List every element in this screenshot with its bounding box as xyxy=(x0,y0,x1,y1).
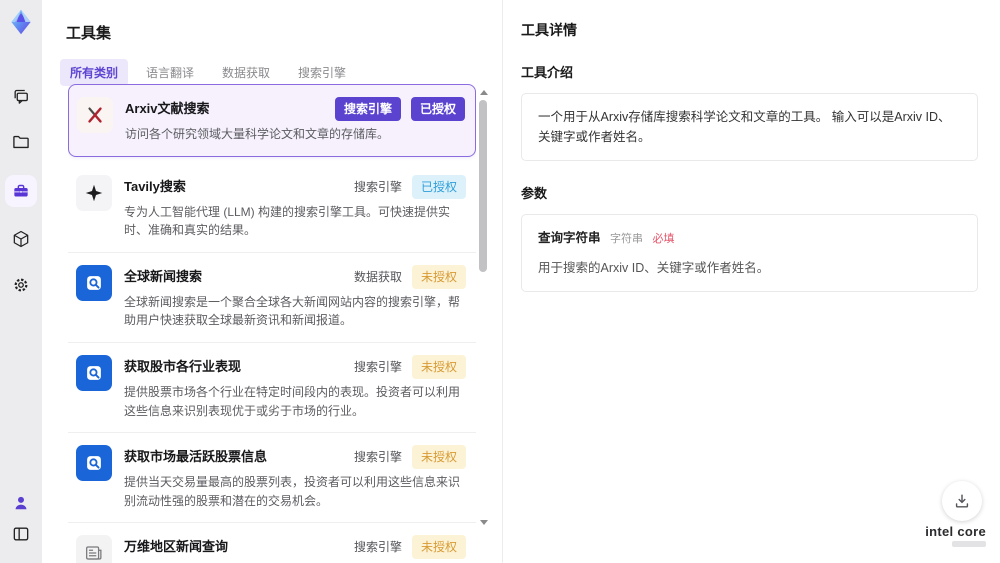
news-search-icon xyxy=(76,264,112,301)
tool-description: 专为人工智能代理 (LLM) 构建的搜索引擎工具。可快速提供实时、准确和真实的结… xyxy=(124,204,451,238)
category-tab-label: 语言翻译 xyxy=(146,66,195,80)
scrollbar-thumb[interactable] xyxy=(479,100,487,272)
tool-body: 万维地区新闻查询 搜索引擎 未授权 查询具体行政区划内的新闻，快速了解各地新闻动 xyxy=(124,535,466,563)
tool-title: 全球新闻搜索 xyxy=(124,268,203,284)
scroll-down-arrow-icon[interactable] xyxy=(480,520,488,525)
tool-body: Arxiv文献搜索 搜索引擎 已授权 访问各个研究领域大量科学论文和文章的存储库… xyxy=(125,97,465,144)
category-tab-label: 所有类别 xyxy=(70,66,119,80)
download-icon xyxy=(955,494,969,508)
category-tab[interactable]: 语言翻译 xyxy=(136,59,204,86)
tool-body: 全球新闻搜索 数据获取 未授权 全球新闻搜索是一个聚合全球各大新闻网站内容的搜索… xyxy=(124,264,466,330)
tool-auth-badge: 未授权 xyxy=(411,264,466,289)
tool-body: Tavily搜索 搜索引擎 已授权 专为人工智能代理 (LLM) 构建的搜索引擎… xyxy=(124,174,466,240)
user-icon[interactable] xyxy=(8,490,34,516)
news-search-icon xyxy=(76,354,112,391)
details-title: 工具详情 xyxy=(521,22,577,38)
tool-category-badge: 搜索引擎 xyxy=(334,97,401,121)
scroll-up-arrow-icon[interactable] xyxy=(480,90,488,95)
tool-auth-badge: 未授权 xyxy=(411,445,466,470)
tool-auth-badge: 已授权 xyxy=(410,97,465,121)
tool-list-item[interactable]: 获取股市各行业表现 搜索引擎 未授权 提供股票市场各个行业在特定时间段内的表现。… xyxy=(68,342,476,434)
settings-icon[interactable] xyxy=(8,272,34,298)
tool-category-badge: 搜索引擎 xyxy=(353,359,402,374)
tool-list-item[interactable]: 全球新闻搜索 数据获取 未授权 全球新闻搜索是一个聚合全球各大新闻网站内容的搜索… xyxy=(68,252,476,343)
sidebar xyxy=(0,0,43,563)
intel-core-logo: intel core xyxy=(925,525,986,547)
tool-badges: 搜索引擎 未授权 xyxy=(353,535,466,560)
category-tab-label: 搜索引擎 xyxy=(298,66,347,80)
intel-core-sub-mark xyxy=(952,541,986,547)
arxiv-icon xyxy=(77,97,113,133)
tool-body: 获取市场最活跃股票信息 搜索引擎 未授权 提供当天交易量最高的股票列表，投资者可… xyxy=(124,445,466,510)
tool-list-item[interactable]: Tavily搜索 搜索引擎 已授权 专为人工智能代理 (LLM) 构建的搜索引擎… xyxy=(68,162,476,253)
chat-icon[interactable] xyxy=(8,84,34,110)
tool-title: 获取市场最活跃股票信息 xyxy=(124,449,268,465)
tool-list-item[interactable]: 万维地区新闻查询 搜索引擎 未授权 查询具体行政区划内的新闻，快速了解各地新闻动 xyxy=(68,523,476,563)
tool-title: 万维地区新闻查询 xyxy=(124,539,229,555)
tool-list-item[interactable]: Arxiv文献搜索 搜索引擎 已授权 访问各个研究领域大量科学论文和文章的存储库… xyxy=(68,84,476,157)
tool-auth-badge: 未授权 xyxy=(411,354,466,379)
page-title: 工具集 xyxy=(66,25,112,42)
tool-category-badge: 搜索引擎 xyxy=(353,540,402,555)
param-box: 查询字符串 字符串 必填 用于搜索的Arxiv ID、关键字或作者姓名。 xyxy=(521,214,978,292)
category-tabs: 所有类别 语言翻译 数据获取 搜索引擎 xyxy=(60,59,502,86)
param-type: 字符串 xyxy=(610,233,643,245)
app-window: 工具集 所有类别 语言翻译 数据获取 搜索引擎 Arxiv文献搜索 搜索引擎 已授权 … xyxy=(0,0,1000,563)
newspaper-icon xyxy=(76,535,112,563)
tool-list: Arxiv文献搜索 搜索引擎 已授权 访问各个研究领域大量科学论文和文章的存储库… xyxy=(68,84,476,563)
tool-description: 提供股票市场各个行业在特定时间段内的表现。投资者可以利用这些信息来识别表现优于或… xyxy=(124,384,461,418)
param-description: 用于搜索的Arxiv ID、关键字或作者姓名。 xyxy=(538,260,770,275)
folder-icon[interactable] xyxy=(8,129,34,155)
intel-core-text: intel core xyxy=(925,524,986,539)
news-search-icon xyxy=(76,445,112,482)
intro-box: 一个用于从Arxiv存储库搜索科学论文和文章的工具。 输入可以是Arxiv ID… xyxy=(521,93,978,161)
tool-badges: 搜索引擎 未授权 xyxy=(353,445,466,470)
briefcase-icon[interactable] xyxy=(8,178,34,204)
category-tab[interactable]: 搜索引擎 xyxy=(288,59,356,86)
download-button[interactable] xyxy=(942,481,982,521)
category-tab-label: 数据获取 xyxy=(222,66,271,80)
layout-icon[interactable] xyxy=(8,521,34,547)
param-header: 查询字符串 字符串 必填 xyxy=(538,228,961,249)
tool-title: Tavily搜索 xyxy=(124,178,186,194)
intro-heading: 工具介绍 xyxy=(521,65,574,80)
tool-category-badge: 搜索引擎 xyxy=(353,179,402,194)
category-tab[interactable]: 所有类别 xyxy=(60,59,129,86)
tool-body: 获取股市各行业表现 搜索引擎 未授权 提供股票市场各个行业在特定时间段内的表现。… xyxy=(124,354,466,420)
tool-badges: 搜索引擎 已授权 xyxy=(334,97,465,121)
params-heading: 参数 xyxy=(521,186,548,201)
tools-pane: 工具集 所有类别 语言翻译 数据获取 搜索引擎 Arxiv文献搜索 搜索引擎 已授权 … xyxy=(42,0,502,563)
logo-gem-icon xyxy=(7,8,35,36)
tool-badges: 搜索引擎 已授权 xyxy=(353,174,466,199)
tool-description: 访问各个研究领域大量科学论文和文章的存储库。 xyxy=(125,127,390,141)
details-pane: 工具详情 工具介绍 一个用于从Arxiv存储库搜索科学论文和文章的工具。 输入可… xyxy=(502,0,1000,563)
list-scrollbar[interactable] xyxy=(479,90,488,525)
package-icon[interactable] xyxy=(8,226,34,252)
tool-badges: 搜索引擎 未授权 xyxy=(353,354,466,379)
tool-category-badge: 搜索引擎 xyxy=(353,450,402,465)
tool-title: 获取股市各行业表现 xyxy=(124,358,242,374)
tool-badges: 数据获取 未授权 xyxy=(353,264,466,289)
tavily-icon xyxy=(76,174,112,211)
tool-auth-badge: 未授权 xyxy=(411,535,466,560)
tool-description: 提供当天交易量最高的股票列表，投资者可以利用这些信息来识别流动性强的股票和潜在的… xyxy=(124,475,461,508)
param-name: 查询字符串 xyxy=(538,231,601,245)
tool-list-item[interactable]: 获取市场最活跃股票信息 搜索引擎 未授权 提供当天交易量最高的股票列表，投资者可… xyxy=(68,433,476,524)
tool-category-badge: 数据获取 xyxy=(353,269,402,284)
tool-description: 全球新闻搜索是一个聚合全球各大新闻网站内容的搜索引擎，帮助用户快速获取全球最新资… xyxy=(124,294,461,328)
tool-title: Arxiv文献搜索 xyxy=(125,101,210,116)
tool-auth-badge: 已授权 xyxy=(411,174,466,199)
param-required-label: 必填 xyxy=(652,233,675,245)
category-tab[interactable]: 数据获取 xyxy=(212,59,280,86)
